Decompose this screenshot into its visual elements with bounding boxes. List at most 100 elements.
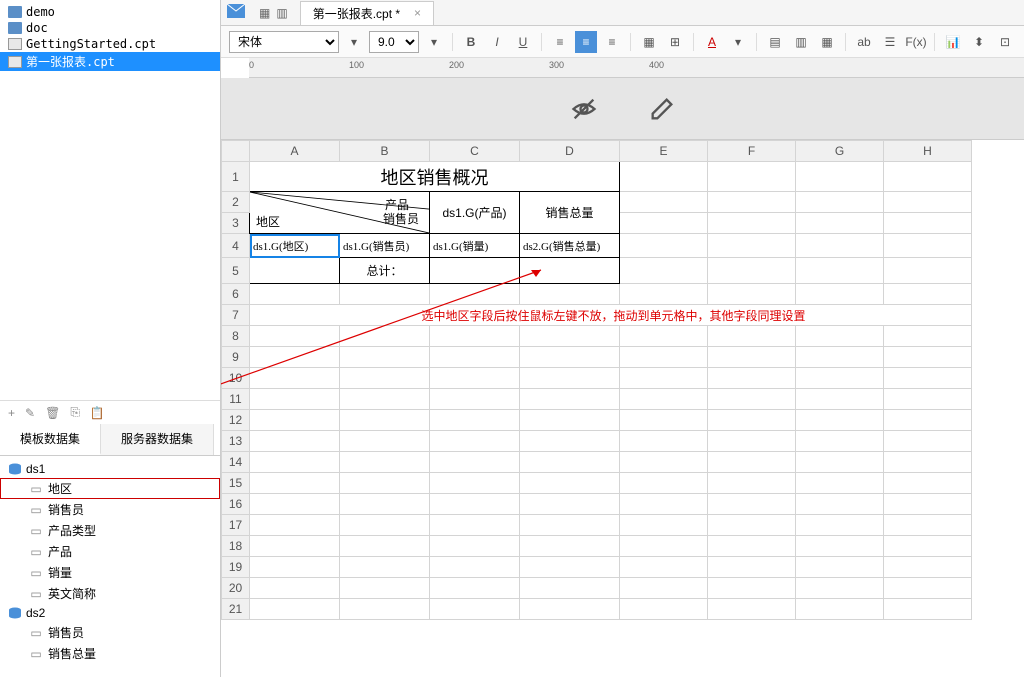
empty-cell[interactable] bbox=[340, 368, 430, 389]
align-right-button[interactable]: ≡ bbox=[601, 31, 623, 53]
align-center-button[interactable]: ≡ bbox=[575, 31, 597, 53]
empty-cell[interactable] bbox=[796, 599, 884, 620]
field-产品类型[interactable]: ▭产品类型 bbox=[0, 520, 220, 541]
empty-cell[interactable] bbox=[708, 368, 796, 389]
empty-cell[interactable] bbox=[520, 515, 620, 536]
empty-cell[interactable] bbox=[340, 536, 430, 557]
fill-color-button[interactable]: ▾ bbox=[727, 31, 749, 53]
empty-cell[interactable] bbox=[884, 347, 972, 368]
close-tab-icon[interactable]: × bbox=[414, 6, 421, 20]
diagonal-header-cell[interactable]: 产品销售员地区 bbox=[250, 192, 430, 234]
empty-cell[interactable] bbox=[520, 494, 620, 515]
field-销售总量[interactable]: ▭销售总量 bbox=[0, 643, 220, 664]
row-header-19[interactable]: 19 bbox=[222, 557, 250, 578]
empty-cell[interactable] bbox=[884, 234, 972, 258]
row-header-4[interactable]: 4 bbox=[222, 234, 250, 258]
cell-D5[interactable] bbox=[520, 258, 620, 284]
empty-cell[interactable] bbox=[884, 162, 972, 192]
empty-cell[interactable] bbox=[884, 473, 972, 494]
empty-cell[interactable] bbox=[796, 368, 884, 389]
empty-cell[interactable] bbox=[708, 162, 796, 192]
empty-cell[interactable] bbox=[340, 326, 430, 347]
empty-cell[interactable] bbox=[430, 599, 520, 620]
empty-cell[interactable] bbox=[884, 284, 972, 305]
col-header-C[interactable]: C bbox=[430, 141, 520, 162]
dataset-ds2[interactable]: ds2 bbox=[0, 604, 220, 622]
col-header-D[interactable]: D bbox=[520, 141, 620, 162]
empty-cell[interactable] bbox=[250, 473, 340, 494]
empty-cell[interactable] bbox=[430, 557, 520, 578]
select-all-corner[interactable] bbox=[222, 141, 250, 162]
empty-cell[interactable] bbox=[340, 410, 430, 431]
align-left-button[interactable]: ≡ bbox=[549, 31, 571, 53]
empty-cell[interactable] bbox=[250, 557, 340, 578]
empty-cell[interactable] bbox=[620, 473, 708, 494]
empty-cell[interactable] bbox=[250, 578, 340, 599]
empty-cell[interactable] bbox=[620, 213, 708, 234]
empty-cell[interactable] bbox=[708, 347, 796, 368]
empty-cell[interactable] bbox=[796, 213, 884, 234]
empty-cell[interactable] bbox=[430, 284, 520, 305]
paste-icon[interactable]: 📋 bbox=[90, 406, 105, 420]
field-英文简称[interactable]: ▭英文简称 bbox=[0, 583, 220, 604]
empty-cell[interactable] bbox=[250, 515, 340, 536]
empty-cell[interactable] bbox=[884, 258, 972, 284]
empty-cell[interactable] bbox=[430, 389, 520, 410]
row-header-2[interactable]: 2 bbox=[222, 192, 250, 213]
empty-cell[interactable] bbox=[708, 536, 796, 557]
row-header-9[interactable]: 9 bbox=[222, 347, 250, 368]
empty-cell[interactable] bbox=[520, 410, 620, 431]
empty-cell[interactable] bbox=[708, 326, 796, 347]
empty-cell[interactable] bbox=[620, 515, 708, 536]
row-header-17[interactable]: 17 bbox=[222, 515, 250, 536]
grid-icon[interactable]: ▦ bbox=[259, 6, 270, 20]
empty-cell[interactable] bbox=[708, 452, 796, 473]
empty-cell[interactable] bbox=[884, 326, 972, 347]
filter-button[interactable]: ⊡ bbox=[994, 31, 1016, 53]
empty-cell[interactable] bbox=[430, 452, 520, 473]
col-header-H[interactable]: H bbox=[884, 141, 972, 162]
empty-cell[interactable] bbox=[250, 536, 340, 557]
font-family-select[interactable]: 宋体 bbox=[229, 31, 339, 53]
row-header-12[interactable]: 12 bbox=[222, 410, 250, 431]
empty-cell[interactable] bbox=[520, 452, 620, 473]
empty-cell[interactable] bbox=[796, 192, 884, 213]
empty-cell[interactable] bbox=[796, 578, 884, 599]
empty-cell[interactable] bbox=[708, 557, 796, 578]
empty-cell[interactable] bbox=[430, 494, 520, 515]
file-item-doc[interactable]: doc bbox=[0, 20, 220, 36]
empty-cell[interactable] bbox=[796, 536, 884, 557]
cell-A5[interactable] bbox=[250, 258, 340, 284]
empty-cell[interactable] bbox=[796, 234, 884, 258]
empty-cell[interactable] bbox=[796, 258, 884, 284]
cell-D4[interactable]: ds2.G(销售总量) bbox=[520, 234, 620, 258]
insert-row-button[interactable]: ▤ bbox=[764, 31, 786, 53]
empty-cell[interactable] bbox=[708, 515, 796, 536]
row-header-6[interactable]: 6 bbox=[222, 284, 250, 305]
empty-cell[interactable] bbox=[620, 284, 708, 305]
delete-icon[interactable]: 🗑 bbox=[45, 406, 60, 420]
empty-cell[interactable] bbox=[796, 431, 884, 452]
empty-cell[interactable] bbox=[796, 557, 884, 578]
empty-cell[interactable] bbox=[708, 494, 796, 515]
empty-cell[interactable] bbox=[520, 578, 620, 599]
empty-cell[interactable] bbox=[884, 213, 972, 234]
col-header-E[interactable]: E bbox=[620, 141, 708, 162]
empty-cell[interactable] bbox=[708, 192, 796, 213]
empty-cell[interactable] bbox=[796, 452, 884, 473]
empty-cell[interactable] bbox=[620, 347, 708, 368]
border-button[interactable]: ▦ bbox=[638, 31, 660, 53]
empty-cell[interactable] bbox=[620, 258, 708, 284]
empty-cell[interactable] bbox=[884, 494, 972, 515]
empty-cell[interactable] bbox=[620, 326, 708, 347]
empty-cell[interactable] bbox=[884, 410, 972, 431]
field-销量[interactable]: ▭销量 bbox=[0, 562, 220, 583]
file-item-demo[interactable]: demo bbox=[0, 4, 220, 20]
empty-cell[interactable] bbox=[708, 473, 796, 494]
empty-cell[interactable] bbox=[250, 347, 340, 368]
empty-cell[interactable] bbox=[796, 494, 884, 515]
row-header-15[interactable]: 15 bbox=[222, 473, 250, 494]
row-header-14[interactable]: 14 bbox=[222, 452, 250, 473]
empty-cell[interactable] bbox=[620, 536, 708, 557]
empty-cell[interactable] bbox=[340, 389, 430, 410]
